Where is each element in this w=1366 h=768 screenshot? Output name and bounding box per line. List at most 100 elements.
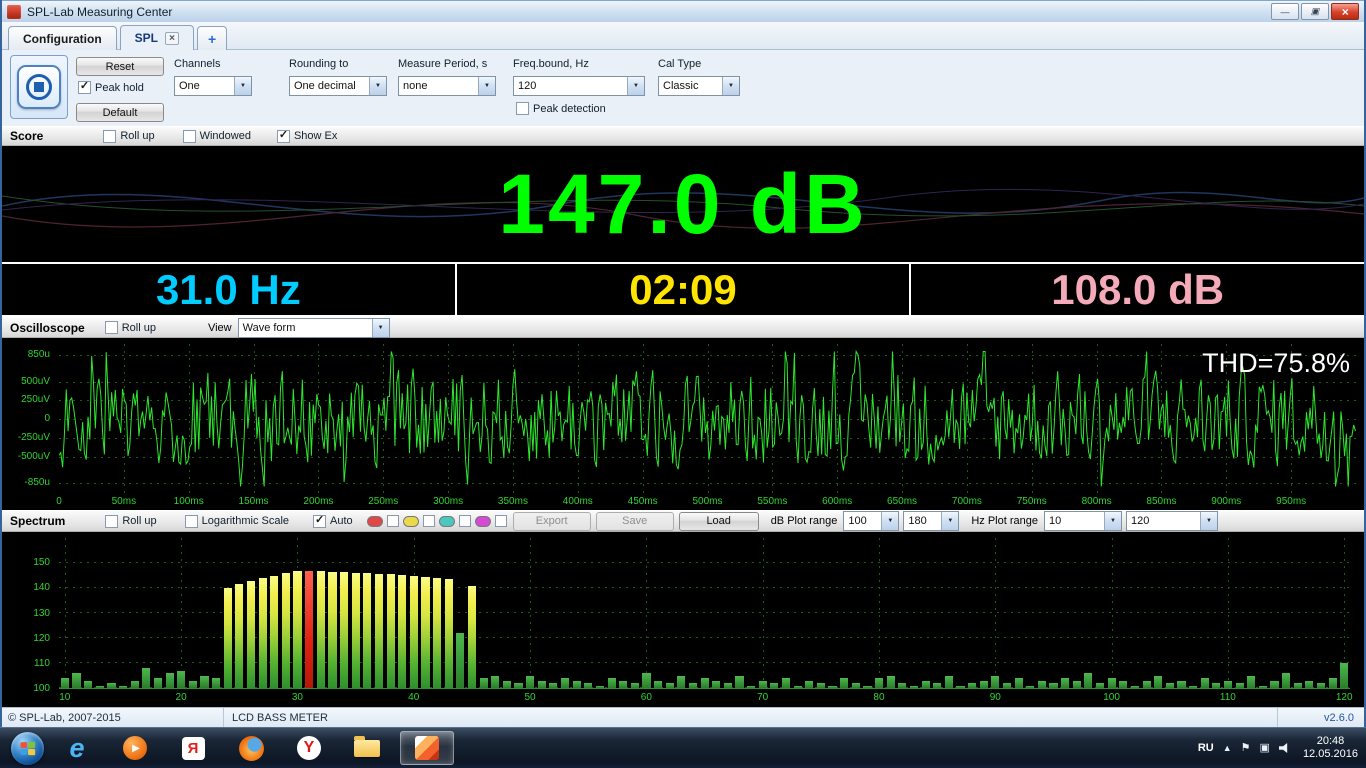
minimize-button[interactable]: — [1271,3,1299,20]
spectrum-bar [1236,683,1244,688]
hz-range-from-select[interactable]: 10 ▼ [1044,511,1122,531]
db-range-to-select[interactable]: 180 ▼ [903,511,959,531]
oscilloscope-rollup-checkbox[interactable]: Roll up [105,321,156,334]
clock[interactable]: 20:48 12.05.2016 [1303,735,1358,761]
taskbar-item-spl-lab-active[interactable] [400,731,454,765]
spectrum-bar [445,579,453,688]
taskbar-item-internet-explorer[interactable]: e [52,728,102,768]
series-color-swatch[interactable] [475,516,491,527]
db-range-from-select[interactable]: 100 ▼ [843,511,899,531]
osc-x-label: 850ms [1146,497,1176,507]
series-color-swatch[interactable] [439,516,455,527]
series-checkbox[interactable] [459,515,471,527]
peak-hold-checkbox[interactable]: ✓ Peak hold [78,81,144,94]
spec-gridline [65,538,66,688]
spectrum-bar [387,574,395,688]
language-indicator[interactable]: RU [1198,742,1214,754]
score-sub-row: 31.0 Hz 02:09 108.0 dB [2,262,1364,317]
close-button[interactable]: × [1331,3,1359,20]
average-db-value: 108.0 dB [909,264,1364,315]
spectrum-bar [1201,678,1209,688]
spectrum-bar [689,683,697,688]
db-range-label: dB Plot range [771,515,838,527]
chevron-down-icon: ▼ [1104,512,1121,530]
maximize-icon: ▣ [1311,6,1320,17]
score-rollup-checkbox[interactable]: Roll up [103,130,154,143]
spectrum-bar [1317,683,1325,688]
select-value: none [399,77,478,95]
spectrum-bar [270,576,278,689]
rounding-select[interactable]: One decimal ▼ [289,76,387,96]
spectrum-bar [1259,686,1267,689]
select-value: 180 [904,512,941,530]
taskbar-item-y-browser[interactable]: Y [284,728,334,768]
view-select[interactable]: Wave form ▼ [238,318,390,338]
taskbar-item-firefox[interactable] [226,728,276,768]
freq-bound-select[interactable]: 120 ▼ [513,76,645,96]
internet-explorer-icon: e [69,735,84,762]
cal-type-select[interactable]: Classic ▼ [658,76,740,96]
tab-close-icon[interactable]: × [165,32,179,45]
osc-x-label: 350ms [498,497,528,507]
spectrum-bar [224,588,232,688]
series-color-swatch[interactable] [367,516,383,527]
load-button[interactable]: Load [679,512,759,531]
spectrum-bar [805,681,813,689]
app-icon [7,5,21,19]
taskbar-item-explorer[interactable] [342,728,392,768]
export-button[interactable]: Export [513,512,591,531]
spectrum-rollup-checkbox[interactable]: Roll up [105,515,156,528]
auto-checkbox[interactable]: ✓ Auto [313,515,353,528]
taskbar-item-media-player[interactable]: ▶ [110,728,160,768]
peak-detection-checkbox[interactable]: Peak detection [516,102,606,115]
minimize-icon: — [1281,7,1290,17]
measure-period-select[interactable]: none ▼ [398,76,496,96]
hz-range-to-select[interactable]: 120 ▼ [1126,511,1218,531]
chevron-down-icon: ▼ [1200,512,1217,530]
select-value: 10 [1045,512,1104,530]
start-button[interactable] [2,728,52,768]
save-button[interactable]: Save [596,512,674,531]
spectrum-bar [247,581,255,689]
spectrum-bar [1224,681,1232,689]
select-value: One decimal [290,77,369,95]
spectrum-bar [1189,686,1197,689]
series-color-swatch[interactable] [403,516,419,527]
select-value: One [175,77,234,95]
series-checkbox[interactable] [387,515,399,527]
series-checkbox[interactable] [423,515,435,527]
tab-configuration[interactable]: Configuration [8,26,117,50]
log-scale-checkbox[interactable]: Logarithmic Scale [185,515,289,528]
taskbar-item-yandex[interactable]: Я [168,728,218,768]
channels-select[interactable]: One ▼ [174,76,252,96]
show-ex-checkbox[interactable]: ✓ Show Ex [277,130,337,143]
spectrum-bar [421,577,429,688]
spectrum-bar [154,678,162,688]
spectrum-bar [468,586,476,689]
spec-gridline [1228,538,1229,688]
spectrum-bar [317,571,325,688]
volume-icon[interactable] [1279,743,1290,753]
action-center-flag-icon[interactable]: ⚑ [1241,743,1251,754]
spec-x-label: 10 [59,693,70,703]
checkbox-label: Windowed [200,130,251,142]
spec-y-label: 130 [33,609,50,619]
spec-y-label: 110 [34,659,50,669]
chevron-down-icon: ▼ [881,512,898,530]
device-tray-icon[interactable]: ▣ [1260,743,1270,754]
titlebar[interactable]: SPL-Lab Measuring Center — ▣ × [2,0,1364,22]
show-hidden-icons-chevron[interactable]: ▲ [1223,744,1232,753]
spectrum-bar [1294,683,1302,688]
maximize-button[interactable]: ▣ [1301,3,1329,20]
reset-button[interactable]: Reset [76,57,164,76]
default-button[interactable]: Default [76,103,164,122]
start-stop-button[interactable] [17,65,61,109]
osc-x-label: 450ms [628,497,658,507]
spectrum-bar [131,681,139,689]
tab-spl[interactable]: SPL × [120,25,194,50]
add-tab-button[interactable]: + [197,26,227,50]
windowed-checkbox[interactable]: Windowed [183,130,251,143]
spectrum-bar [352,573,360,689]
spec-x-label: 80 [873,693,884,703]
series-checkbox[interactable] [495,515,507,527]
